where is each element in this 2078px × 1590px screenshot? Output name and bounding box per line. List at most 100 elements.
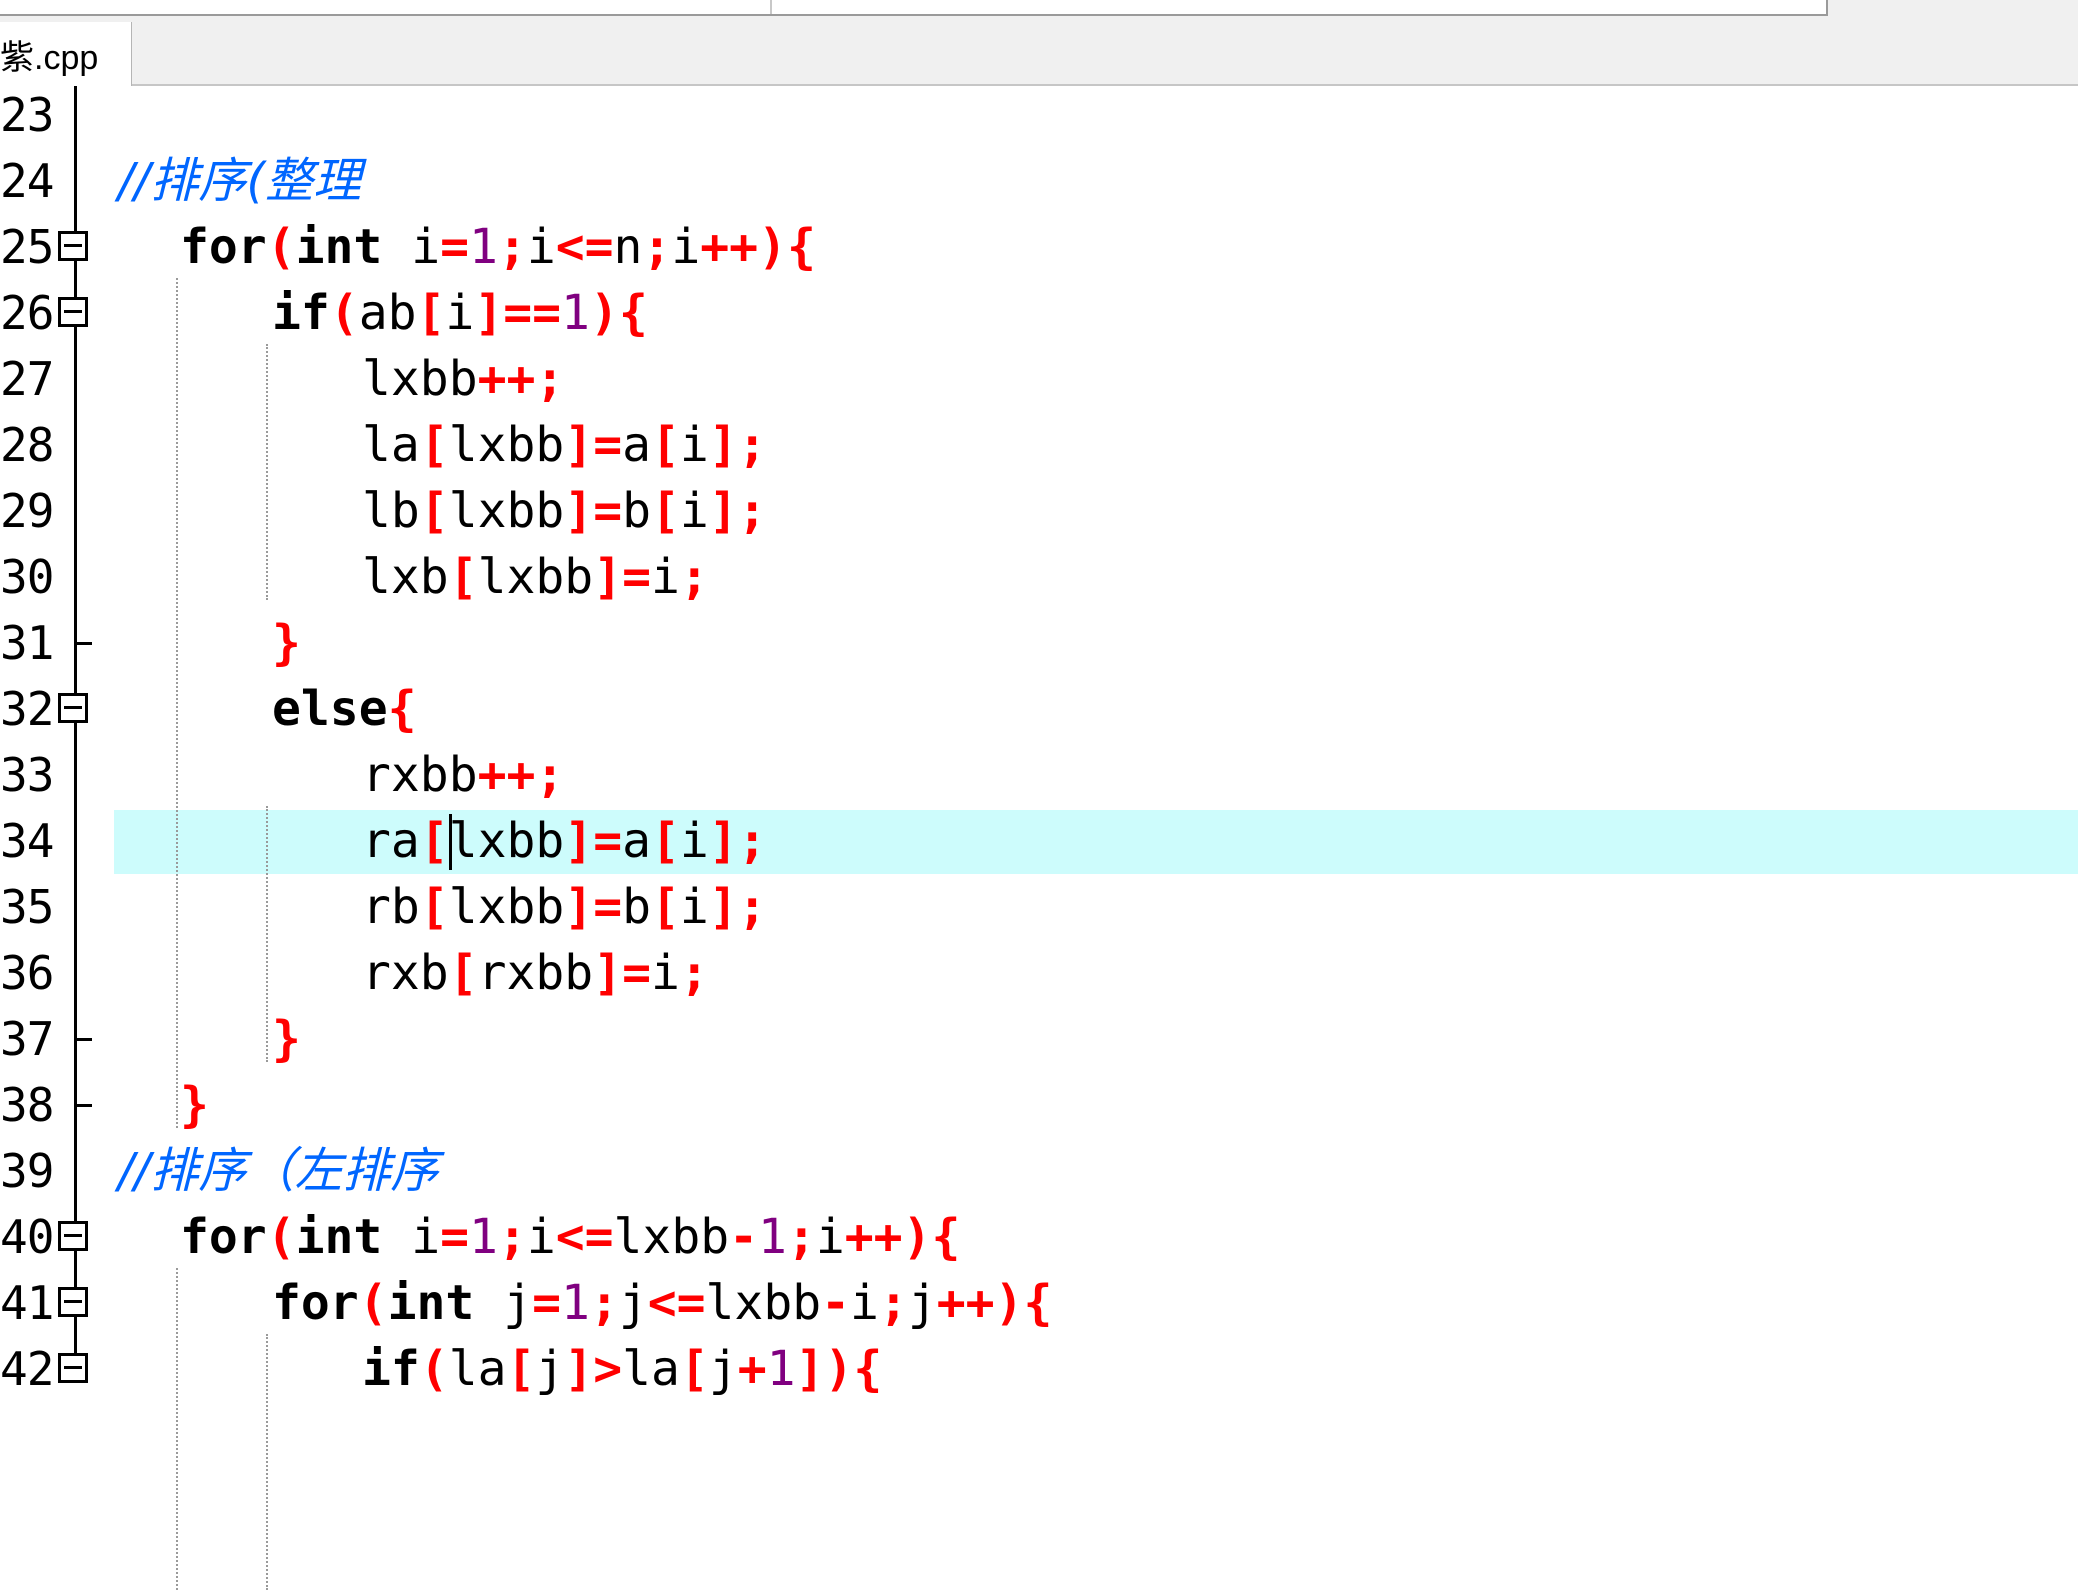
code-operator: ]== — [474, 285, 562, 341]
code-lines: 23 24//排序(整理 25 for(int i=1;i<=n;i++){26 if(… — [0, 82, 2078, 1590]
file-tab[interactable]: 紫.cpp — [0, 22, 132, 86]
code-identifier: j — [907, 1275, 937, 1331]
code-identifier: i — [679, 813, 709, 869]
code-identifier: i — [671, 219, 701, 275]
code-line[interactable]: 34 ra[lxbb]=a[i]; — [0, 808, 2078, 874]
code-text: lxbb++; — [362, 348, 564, 410]
code-identifier: i — [445, 285, 475, 341]
code-line[interactable]: 24 //排序(整理 — [0, 148, 2078, 214]
code-operator: [ — [651, 483, 680, 539]
code-identifier: lxbb — [448, 417, 565, 473]
code-text: //排序(整理 — [118, 150, 361, 212]
code-identifier: j — [708, 1341, 738, 1397]
code-operator: [ — [416, 285, 446, 341]
code-line[interactable]: 28 la[lxbb]=a[i]; — [0, 412, 2078, 478]
indent-guide — [266, 344, 268, 600]
indent-guide — [266, 806, 268, 1062]
code-number: 1 — [469, 219, 498, 275]
code-identifier: i — [679, 417, 709, 473]
code-text: ra[lxbb]=a[i]; — [362, 810, 767, 872]
code-identifier: la — [362, 417, 420, 473]
fold-collapse-icon[interactable] — [58, 1287, 88, 1317]
code-line[interactable]: 29 lb[lxbb]=b[i]; — [0, 478, 2078, 544]
fold-collapse-icon[interactable] — [58, 693, 88, 723]
code-operator: = — [440, 219, 470, 275]
code-operator: ++; — [477, 747, 565, 803]
code-line[interactable]: 42 if(la[j]>la[j+1]){ — [0, 1336, 2078, 1402]
code-operator: ++ — [844, 1209, 903, 1265]
code-text: for(int i=1;i<=n;i++){ — [180, 216, 816, 278]
code-line[interactable]: 35 rb[lxbb]=b[i]; — [0, 874, 2078, 940]
code-keyword: int — [295, 219, 383, 275]
code-operator: [ — [448, 945, 478, 1001]
code-operator: ; — [497, 1209, 527, 1265]
code-operator: ++ — [700, 219, 759, 275]
code-identifier: b — [622, 483, 651, 539]
code-line[interactable]: 41 for(int j=1;j<=lxbb-i;j++){ — [0, 1270, 2078, 1336]
code-operator: - — [729, 1209, 759, 1265]
code-identifier: i — [651, 945, 680, 1001]
code-identifier: lxbb — [448, 879, 565, 935]
code-line[interactable]: 23 — [0, 82, 2078, 148]
code-identifier: la — [622, 1341, 680, 1397]
code-line[interactable]: 40 for(int i=1;i<=lxbb-1;i++){ — [0, 1204, 2078, 1270]
code-line[interactable]: 37} — [0, 1006, 2078, 1072]
code-operator: ]; — [708, 417, 767, 473]
fold-collapse-icon[interactable] — [58, 1353, 88, 1383]
fold-end-marker — [76, 642, 92, 645]
code-identifier: rb — [362, 879, 420, 935]
code-line[interactable]: 36 rxb[rxbb]=i; — [0, 940, 2078, 1006]
code-operator: ( — [266, 1209, 296, 1265]
code-identifier: ra — [362, 813, 420, 869]
code-identifier: rxb — [362, 945, 449, 1001]
fold-collapse-icon[interactable] — [58, 1221, 88, 1251]
fold-collapse-icon[interactable] — [58, 231, 88, 261]
code-line[interactable]: 33 rxbb++; — [0, 742, 2078, 808]
code-line[interactable]: 26 if(ab[i]==1){ — [0, 280, 2078, 346]
code-line[interactable]: 25 for(int i=1;i<=n;i++){ — [0, 214, 2078, 280]
line-number: 39 — [0, 1144, 54, 1198]
code-identifier: la — [448, 1341, 507, 1397]
code-editor[interactable]: 23 24//排序(整理 25 for(int i=1;i<=n;i++){26 if(… — [0, 86, 2078, 1590]
code-identifier: lxbb — [705, 1275, 822, 1331]
code-identifier: i — [850, 1275, 879, 1331]
code-text: lxb[lxbb]=i; — [362, 546, 709, 608]
fold-collapse-icon[interactable] — [58, 297, 88, 327]
code-identifier: i — [382, 219, 441, 275]
code-line[interactable]: 38} — [0, 1072, 2078, 1138]
code-text: rb[lxbb]=b[i]; — [362, 876, 767, 938]
line-number: 35 — [0, 880, 54, 934]
code-operator: ; — [679, 549, 709, 605]
code-operator: - — [821, 1275, 851, 1331]
code-identifier: lxbb — [362, 351, 478, 407]
code-keyword: for — [180, 1209, 267, 1265]
code-operator: ){ — [758, 219, 816, 275]
code-identifier: i — [526, 1209, 556, 1265]
line-number: 29 — [0, 484, 54, 538]
fold-end-marker — [76, 1038, 92, 1041]
code-operator: ]= — [593, 549, 651, 605]
code-line[interactable]: 30 lxb[lxbb]=i; — [0, 544, 2078, 610]
code-keyword: for — [180, 219, 267, 275]
code-operator: ){ — [902, 1209, 961, 1265]
editor-tab-bar: 紫.cpp — [0, 22, 2078, 86]
code-line[interactable]: 27 lxbb++; — [0, 346, 2078, 412]
code-operator: ( — [329, 285, 359, 341]
panel-divider — [770, 0, 772, 14]
code-operator: [ — [506, 1341, 536, 1397]
line-number: 28 — [0, 418, 54, 472]
code-keyword: for — [272, 1275, 359, 1331]
code-text: rxb[rxbb]=i; — [362, 942, 709, 1004]
code-identifier: a — [622, 417, 651, 473]
code-identifier: lxbb — [613, 1209, 730, 1265]
code-line[interactable]: 32 else{ — [0, 676, 2078, 742]
fold-end-marker — [76, 1104, 92, 1107]
code-operator: ]; — [708, 483, 767, 539]
code-operator: [ — [419, 417, 449, 473]
code-line[interactable]: 31} — [0, 610, 2078, 676]
code-operator: [ — [651, 879, 680, 935]
code-operator: [ — [679, 1341, 709, 1397]
code-line[interactable]: 39 //排序（左排序 — [0, 1138, 2078, 1204]
code-operator: ){ — [994, 1275, 1053, 1331]
code-operator: ]= — [564, 813, 623, 869]
